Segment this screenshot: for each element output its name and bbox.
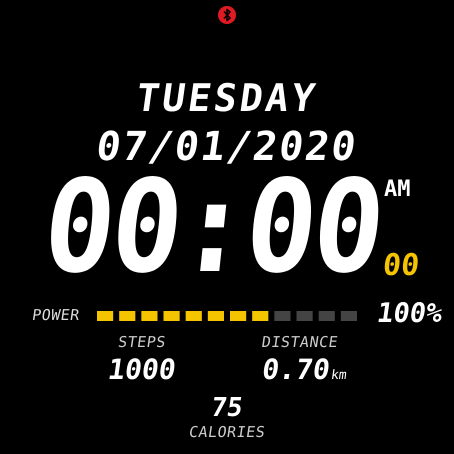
- battery-segment-filled: [252, 311, 269, 321]
- seconds-display: 00: [381, 248, 422, 283]
- battery-bar: [97, 311, 357, 321]
- watch-face: TUESDAY 07/01/2020 00:00 AM 00 POWER 100…: [0, 0, 454, 454]
- steps-label: STEPS: [116, 333, 168, 351]
- day-of-week: TUESDAY: [133, 76, 321, 120]
- battery-segment-empty: [340, 311, 357, 321]
- battery-percent: 100%: [375, 298, 445, 329]
- battery-segment-filled: [141, 311, 158, 321]
- calories-label: CALORIES: [187, 423, 267, 441]
- battery-segment-filled: [185, 311, 202, 321]
- calories-value: 75: [209, 393, 245, 423]
- distance-readout: 0.70km: [248, 353, 362, 386]
- distance-label: DISTANCE: [260, 333, 340, 351]
- battery-segment-empty: [274, 311, 291, 321]
- bluetooth-status: [216, 4, 238, 26]
- distance-unit: km: [329, 368, 348, 383]
- battery-segment-filled: [97, 311, 114, 321]
- bluetooth-icon: [218, 6, 236, 24]
- battery-segment-filled: [163, 311, 180, 321]
- battery-segment-filled: [230, 311, 247, 321]
- ampm-indicator: AM: [384, 177, 411, 202]
- battery-segment-filled: [119, 311, 136, 321]
- battery-segment-empty: [296, 311, 313, 321]
- power-label: POWER: [30, 306, 82, 324]
- distance-value: 0.70: [260, 353, 333, 386]
- battery-segment-filled: [207, 311, 224, 321]
- steps-value: 1000: [105, 353, 178, 386]
- time-display: 00:00: [36, 153, 389, 302]
- battery-segment-empty: [318, 311, 335, 321]
